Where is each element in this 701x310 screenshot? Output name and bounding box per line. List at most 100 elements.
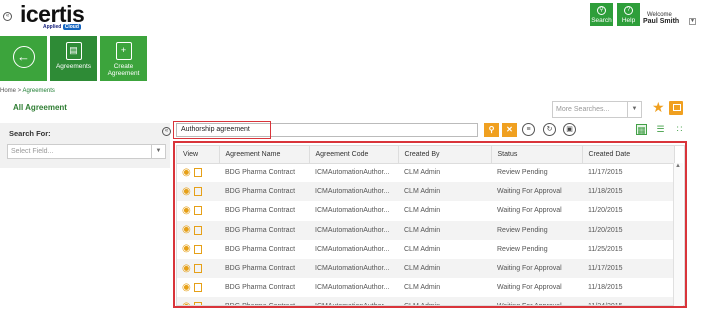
eye-icon[interactable]: ◉ [182,244,191,254]
created-by-cell: CLM Admin [398,182,491,202]
edit-icon[interactable] [193,225,202,235]
column-header-created-by[interactable]: Created By [398,146,492,164]
collapse-panel-icon[interactable]: « [162,127,171,136]
user-menu-caret-icon[interactable]: ▼ [689,18,696,25]
created-by-cell: CLM Admin [398,297,491,305]
refresh-icon[interactable]: ↻ [543,123,556,136]
user-name[interactable]: Paul Smith [643,18,679,25]
eye-icon[interactable]: ◉ [182,225,191,235]
agreements-table: View Agreement Name Agreement Code Creat… [176,145,685,306]
created-by-cell: CLM Admin [398,220,491,240]
create-document-icon: + [115,42,132,60]
created-date-cell: 11/17/2015 [588,169,623,177]
column-header-view[interactable]: View [177,146,220,164]
edit-icon[interactable] [193,244,202,254]
table-row[interactable]: ◉ BDG Pharma Contract ICMAutomationAutho… [177,201,674,220]
search-button[interactable]: ⚲ Search [590,3,613,26]
table-row[interactable]: ◉ BDG Pharma Contract ICMAutomationAutho… [177,278,674,297]
table-row[interactable]: ◉ BDG Pharma Contract ICMAutomationAutho… [177,240,674,259]
logo: icertis [20,2,85,26]
table-scrollbar[interactable] [673,163,683,306]
edit-icon[interactable] [193,206,202,216]
back-tile[interactable]: ← [0,36,47,81]
column-header-created-date[interactable]: Created Date [582,146,675,164]
grid-view-icon[interactable]: ▦ [636,124,647,135]
collapse-header-icon[interactable]: « [3,12,12,21]
edit-icon[interactable] [193,283,202,293]
clear-search-button[interactable]: ✕ [502,123,517,137]
created-by-cell: CLM Admin [404,207,441,215]
chevron-down-icon: ▼ [151,145,165,158]
created-date-cell: 11/18/2015 [582,182,674,202]
created-date-cell: 11/18/2015 [588,284,623,292]
agreement-name-cell[interactable]: BDG Pharma Contract [219,182,309,202]
list-view-icon[interactable]: ☰ [655,124,666,135]
eye-icon[interactable]: ◉ [182,186,191,197]
status-cell: Waiting For Approval [491,182,582,202]
table-header-row: View Agreement Name Agreement Code Creat… [177,146,675,164]
created-date-cell: 11/17/2015 [582,258,674,279]
agreement-name-cell[interactable]: BDG Pharma Contract [219,220,309,240]
agreement-code-cell: ICMAutomationAuthor... [315,284,390,292]
created-date-cell: 11/20/2015 [588,207,623,215]
chevron-down-icon: ▼ [627,102,641,117]
more-searches-placeholder: More Searches... [556,106,610,113]
search-button-label: Search [591,17,612,24]
help-button[interactable]: ? Help [617,3,640,26]
status-cell: Waiting For Approval [491,297,582,305]
eye-icon[interactable]: ◉ [182,282,191,293]
search-icon: ⚲ [488,125,495,134]
more-searches-dropdown[interactable]: More Searches... ▼ [552,101,642,118]
edit-icon[interactable] [193,264,202,274]
agreement-name-cell[interactable]: BDG Pharma Contract [219,163,309,182]
back-arrow-icon: ← [12,46,35,68]
eye-icon[interactable]: ◉ [182,301,191,305]
status-cell: Waiting For Approval [491,258,582,279]
table-row[interactable]: ◉ BDG Pharma Contract ICMAutomationAutho… [177,258,674,279]
agreement-name-cell[interactable]: BDG Pharma Contract [219,240,309,259]
create-agreement-tile[interactable]: + Create Agreement [100,36,147,81]
column-header-agreement-code[interactable]: Agreement Code [309,146,399,164]
eye-icon[interactable]: ◉ [182,205,191,216]
list-options-icon[interactable]: ≡ [522,123,535,136]
table-row[interactable]: ◉ BDG Pharma Contract ICMAutomationAutho… [177,163,674,182]
created-date-cell: 11/24/2015 [582,297,674,305]
edit-icon[interactable] [193,168,202,178]
scroll-up-icon[interactable]: ▲ [675,163,681,169]
export-icon[interactable]: ▣ [563,123,576,136]
search-for-label: Search For: [9,129,51,138]
status-cell: Review Pending [497,169,548,177]
select-field-dropdown[interactable]: Select Field... ▼ [7,144,166,159]
agreement-code-cell: ICMAutomationAuthor... [315,207,390,215]
table-row[interactable]: ◉ BDG Pharma Contract ICMAutomationAutho… [177,220,674,240]
agreement-code-cell: ICMAutomationAuthor... [315,169,390,177]
agreement-code-cell: ICMAutomationAuthor... [309,258,398,279]
breadcrumb-agreements[interactable]: Agreements [23,88,55,94]
agreement-name-cell[interactable]: BDG Pharma Contract [219,258,309,279]
edit-icon[interactable] [193,187,202,197]
agreements-icon: ▤ [65,42,82,60]
favorite-star-icon[interactable]: ★ [652,99,665,116]
tile-view-icon[interactable]: ∷ [674,124,685,135]
eye-icon[interactable]: ◉ [182,263,191,274]
agreement-name-cell[interactable]: BDG Pharma Contract [219,297,309,305]
column-header-agreement-name[interactable]: Agreement Name [219,146,310,164]
status-cell: Review Pending [497,245,548,253]
logo-cloud-badge: Cloud [62,24,81,30]
search-go-button[interactable]: ⚲ [484,123,499,137]
help-button-label: Help [621,17,636,24]
column-header-status[interactable]: Status [491,146,583,164]
edit-icon[interactable] [193,302,202,305]
eye-icon[interactable]: ◉ [182,167,191,178]
close-icon: ✕ [506,125,513,134]
save-search-icon[interactable] [669,101,683,115]
search-highlight-box [173,121,271,139]
agreement-code-cell: ICMAutomationAuthor... [309,220,398,240]
table-row[interactable]: ◉ BDG Pharma Contract ICMAutomationAutho… [177,182,674,202]
agreement-name-cell[interactable]: BDG Pharma Contract [219,201,309,220]
table-row[interactable]: ◉ BDG Pharma Contract ICMAutomationAutho… [177,297,674,305]
agreement-name-cell[interactable]: BDG Pharma Contract [219,278,309,297]
agreements-tile[interactable]: ▤ Agreements [50,36,97,81]
breadcrumb-home[interactable]: Home [0,88,16,94]
search-icon: ⚲ [597,6,606,15]
